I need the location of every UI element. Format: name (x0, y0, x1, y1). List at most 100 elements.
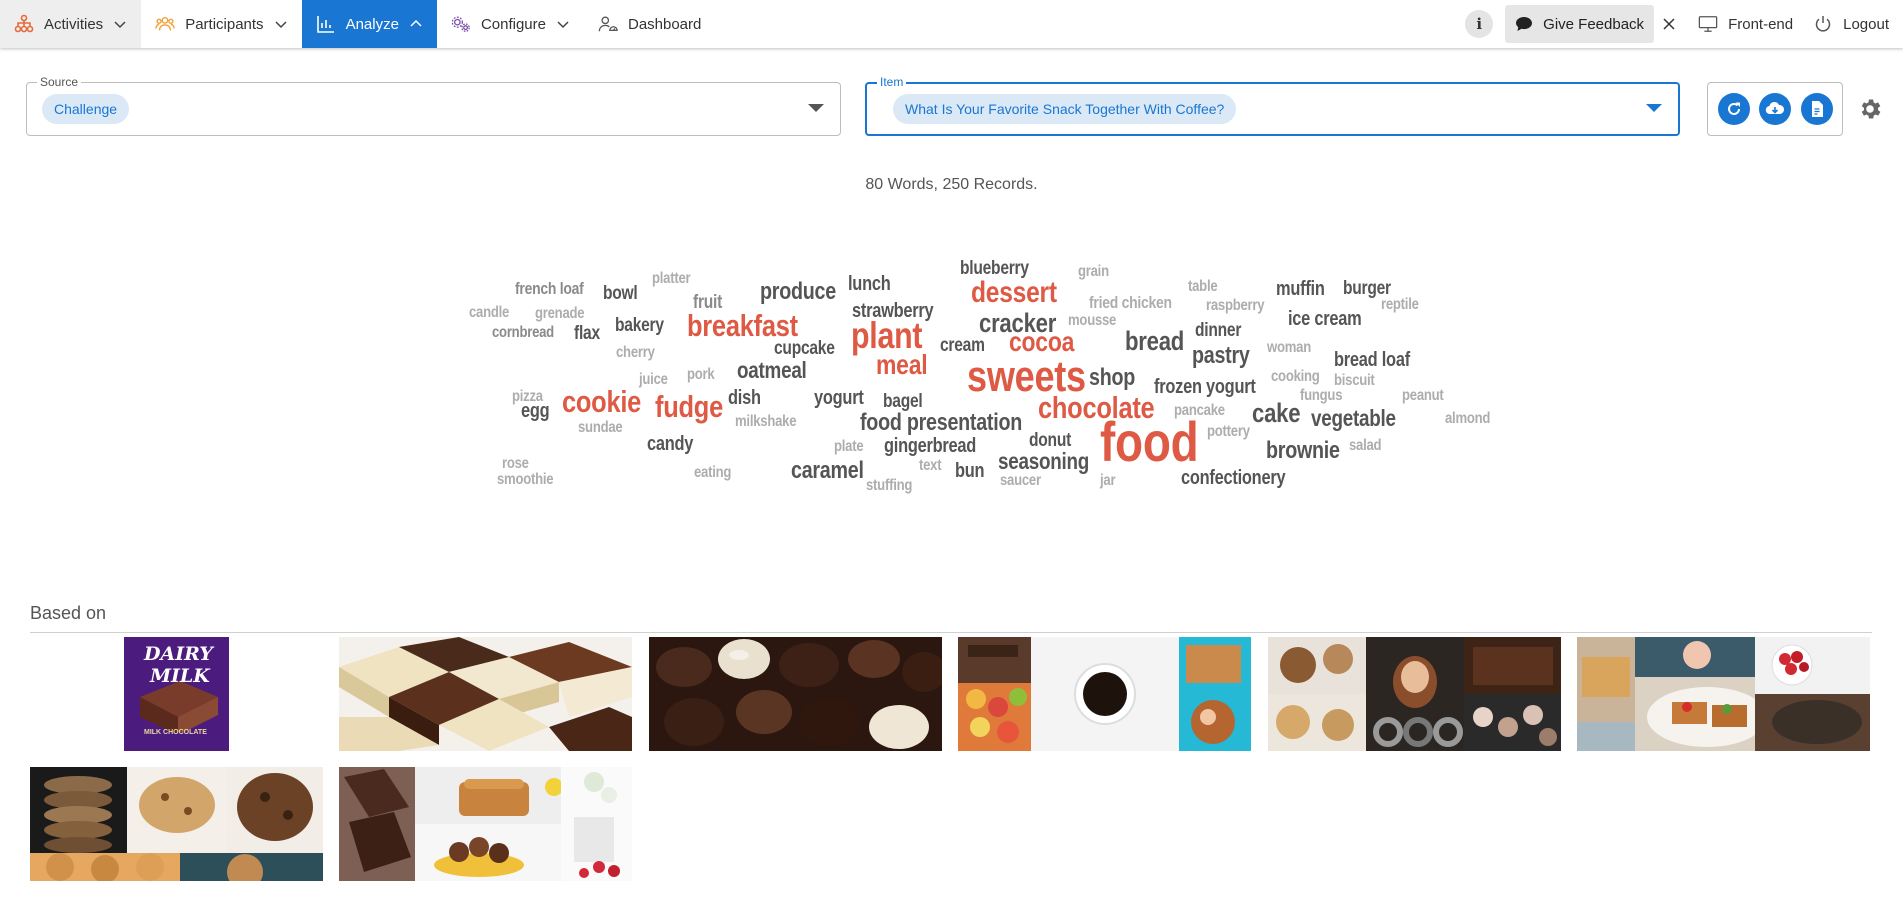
chevron-down-icon (556, 17, 570, 31)
word-cloud-word[interactable]: eating (694, 465, 731, 481)
logout-link[interactable]: Logout (1807, 0, 1903, 48)
word-cloud-word[interactable]: saucer (1000, 473, 1041, 489)
word-cloud-word[interactable]: fungus (1300, 388, 1342, 404)
word-cloud-word[interactable]: candy (647, 434, 693, 454)
top-nav: Activities Participants Analyze Configur… (0, 0, 1903, 48)
power-icon (1813, 14, 1833, 34)
word-cloud-word[interactable]: pottery (1207, 424, 1250, 440)
word-cloud-word[interactable]: vegetable (1311, 407, 1396, 430)
logout-label: Logout (1843, 15, 1889, 33)
chevron-down-icon (113, 17, 127, 31)
dashboard-icon (598, 14, 618, 34)
word-cloud-word[interactable]: pastry (1192, 344, 1250, 368)
configure-icon (451, 14, 471, 34)
nav-dashboard[interactable]: Dashboard (584, 0, 715, 48)
word-cloud-word[interactable]: breakfast (687, 310, 798, 341)
chocolate-bars-image[interactable] (339, 637, 632, 751)
word-cloud-word[interactable]: caramel (791, 459, 864, 483)
word-cloud-word[interactable]: egg (521, 401, 550, 421)
word-cloud-word[interactable]: text (919, 458, 942, 474)
word-cloud-word[interactable]: reptile (1381, 297, 1419, 313)
word-cloud-word[interactable]: ice cream (1288, 309, 1362, 329)
word-cloud-word[interactable]: plate (834, 439, 864, 455)
nav-activities-label: Activities (44, 15, 104, 33)
word-cloud-word[interactable]: flax (574, 324, 600, 343)
word-cloud-word[interactable]: candle (469, 305, 509, 321)
word-cloud-word[interactable]: almond (1445, 411, 1490, 427)
word-cloud-word[interactable]: jar (1100, 473, 1116, 489)
word-cloud-word[interactable]: peanut (1402, 388, 1444, 404)
give-feedback-button[interactable]: Give Feedback (1505, 5, 1655, 43)
cookies-collage-image[interactable] (30, 767, 323, 881)
word-cloud-word[interactable]: table (1188, 279, 1218, 295)
word-cloud-word[interactable]: dessert (971, 278, 1057, 308)
monitor-icon (1698, 14, 1718, 34)
nav-analyze[interactable]: Analyze (301, 0, 437, 48)
word-cloud-word[interactable]: grenade (535, 306, 585, 322)
nav-configure-label: Configure (480, 15, 546, 33)
nav-participants[interactable]: Participants (141, 0, 301, 48)
chocolate-cake-collage-image[interactable] (339, 767, 632, 881)
word-cloud: french loaf platter bowl fruit produce lunch b… (0, 0, 1903, 560)
frontend-link[interactable]: Front-end (1684, 0, 1807, 48)
word-cloud-word[interactable]: bowl (603, 284, 638, 303)
activities-icon (14, 14, 34, 34)
info-button[interactable]: i (1465, 10, 1494, 38)
word-cloud-word[interactable]: oatmeal (737, 359, 807, 382)
word-cloud-word[interactable]: cherry (616, 345, 655, 361)
word-cloud-word[interactable]: woman (1267, 340, 1311, 356)
word-cloud-word[interactable]: cornbread (492, 325, 554, 341)
word-cloud-word[interactable]: brownie (1266, 439, 1340, 463)
word-cloud-word[interactable]: meal (876, 351, 928, 379)
word-cloud-word[interactable]: cupcake (774, 339, 835, 358)
nav-configure[interactable]: Configure (437, 0, 584, 48)
coffee-sweets-collage-image[interactable] (958, 637, 1251, 751)
close-feedback-icon[interactable] (1662, 17, 1676, 31)
word-cloud-word[interactable]: cookie (562, 386, 641, 417)
nav-activities[interactable]: Activities (0, 0, 142, 48)
word-cloud-word[interactable]: yogurt (814, 388, 864, 408)
word-cloud-word[interactable]: cooking (1271, 369, 1320, 385)
word-cloud-word[interactable]: juice (639, 372, 668, 388)
word-cloud-word[interactable]: french loaf (515, 280, 584, 297)
word-cloud-word[interactable]: stuffing (866, 478, 912, 494)
word-cloud-word[interactable]: food (1100, 414, 1199, 470)
word-cloud-word[interactable]: grain (1078, 264, 1109, 280)
word-cloud-word[interactable]: lunch (848, 274, 891, 294)
word-cloud-word[interactable]: pork (687, 367, 715, 383)
word-cloud-word[interactable]: salad (1349, 438, 1382, 454)
word-cloud-word[interactable]: rose (502, 456, 529, 472)
dairy-milk-product: MILK CHOCOLATE (144, 729, 207, 736)
word-cloud-word[interactable]: smoothie (497, 472, 554, 488)
breakfast-collage-image[interactable] (1577, 637, 1870, 751)
word-cloud-word[interactable]: platter (652, 271, 691, 287)
word-cloud-word[interactable]: confectionery (1181, 468, 1286, 488)
word-cloud-word[interactable]: bakery (615, 316, 664, 335)
nav-participants-label: Participants (185, 15, 264, 33)
word-cloud-word[interactable]: dish (728, 388, 761, 408)
word-cloud-word[interactable]: sundae (578, 420, 623, 436)
word-cloud-word[interactable]: cake (1252, 400, 1301, 427)
word-cloud-word[interactable]: bread loaf (1334, 350, 1410, 370)
divider (30, 632, 1872, 633)
word-cloud-word[interactable]: bun (955, 461, 985, 481)
dairy-milk-image[interactable]: DAIRY MILK MILK CHOCOLATE (30, 637, 323, 751)
word-cloud-word[interactable]: produce (760, 280, 836, 304)
word-cloud-word[interactable]: milkshake (735, 414, 796, 430)
word-cloud-word[interactable]: muffin (1276, 279, 1325, 299)
word-cloud-word[interactable]: mousse (1068, 313, 1116, 329)
word-cloud-word[interactable]: food presentation (860, 411, 1022, 435)
word-cloud-word[interactable]: fried chicken (1089, 294, 1172, 311)
word-cloud-word[interactable]: fudge (655, 391, 723, 422)
info-icon: i (1476, 15, 1483, 33)
word-cloud-word[interactable]: dinner (1195, 321, 1241, 340)
word-cloud-word[interactable]: shop (1089, 366, 1135, 390)
word-cloud-word[interactable]: gingerbread (884, 436, 976, 456)
word-cloud-word[interactable]: frozen yogurt (1154, 377, 1256, 397)
word-cloud-word[interactable]: seasoning (998, 450, 1089, 473)
chocolate-pralines-image[interactable] (649, 637, 942, 751)
word-cloud-word[interactable]: bread (1125, 328, 1184, 355)
cookies-donuts-collage-image[interactable] (1268, 637, 1561, 751)
give-feedback-label: Give Feedback (1543, 15, 1645, 33)
word-cloud-word[interactable]: raspberry (1206, 298, 1265, 314)
